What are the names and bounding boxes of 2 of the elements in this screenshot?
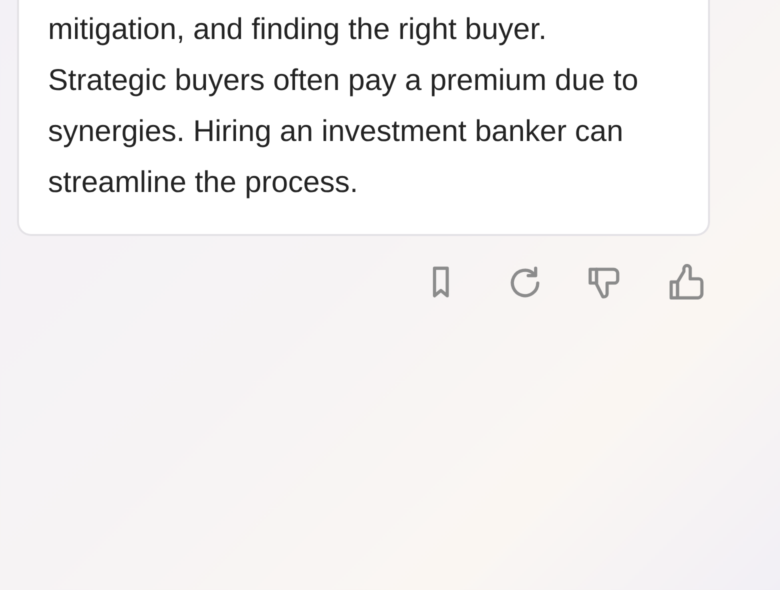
message-text: mitigation, and finding the right buyer. Strategic buyers often pay a premium due to synergies. Hiring an investment banker can streamline the process. <box>48 12 640 201</box>
thumbs-up-icon[interactable] <box>668 264 704 300</box>
